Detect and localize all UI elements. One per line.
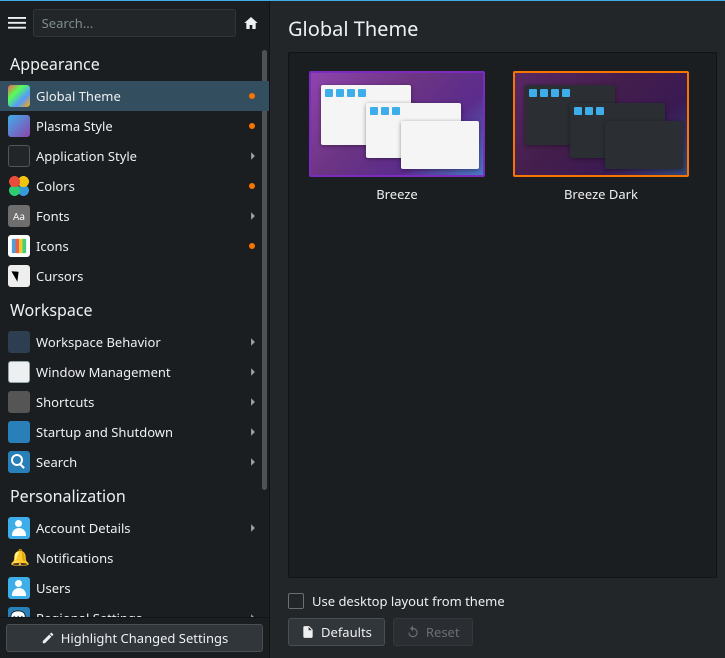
sidebar-item-label: Search [36,453,245,471]
sidebar-item-label: Application Style [36,147,245,165]
changed-dot-icon [249,123,255,129]
sidebar-item-shortcuts[interactable]: Shortcuts [0,387,269,417]
sidebar-item-label: Notifications [36,549,261,567]
chevron-right-icon [245,454,261,470]
section-header: Appearance [0,45,269,81]
chevron-right-icon [245,334,261,350]
sidebar-item-icons[interactable]: Icons [0,231,269,261]
cursors-icon [8,265,30,287]
sidebar-item-label: Users [36,579,261,597]
sidebar-item-label: Plasma Style [36,117,249,135]
use-layout-label: Use desktop layout from theme [312,592,505,610]
use-layout-checkbox[interactable] [288,593,304,609]
search-icon [8,451,30,473]
theme-thumbnail [309,71,485,177]
defaults-button[interactable]: Defaults [288,618,385,646]
global-icon [8,85,30,107]
sidebar: Appearance Global Theme Plasma Style Applic… [0,1,270,658]
sidebar-item-label: Icons [36,237,249,255]
reset-label: Reset [426,623,460,641]
changed-dot-icon [249,243,255,249]
sidebar-item-label: Workspace Behavior [36,333,245,351]
highlight-changed-label: Highlight Changed Settings [61,629,229,647]
theme-panel: Breeze Breeze Dark [288,52,717,578]
notif-icon [8,547,30,569]
colors-icon [8,175,30,197]
appstyle-icon [8,145,30,167]
sidebar-item-startup-and-shutdown[interactable]: Startup and Shutdown [0,417,269,447]
reset-button: Reset [393,618,473,646]
sidebar-item-application-style[interactable]: Application Style [0,141,269,171]
sidebar-item-workspace-behavior[interactable]: Workspace Behavior [0,327,269,357]
sidebar-item-search[interactable]: Search [0,447,269,477]
theme-card-breeze[interactable]: Breeze [307,71,487,559]
sidebar-item-label: Window Management [36,363,245,381]
sidebar-item-label: Shortcuts [36,393,245,411]
sidebar-item-global-theme[interactable]: Global Theme [0,81,269,111]
fonts-icon: Aa [8,205,30,227]
sidebar-item-regional-settings[interactable]: Regional Settings [0,603,269,617]
theme-thumbnail [513,71,689,177]
defaults-label: Defaults [321,623,372,641]
theme-label: Breeze [376,185,418,203]
sidebar-item-account-details[interactable]: Account Details [0,513,269,543]
home-button[interactable] [242,9,261,37]
sidebar-list: Appearance Global Theme Plasma Style Applic… [0,45,269,617]
chevron-right-icon [245,424,261,440]
sidebar-item-cursors[interactable]: Cursors [0,261,269,291]
users-icon [8,577,30,599]
sidebar-item-label: Global Theme [36,87,249,105]
sidebar-item-label: Regional Settings [36,609,245,617]
winmgmt-icon [8,361,30,383]
chevron-right-icon [245,610,261,617]
workbeh-icon [8,331,30,353]
main-content: Global Theme Breeze Breeze Dark Use deskt… [270,1,725,658]
button-row: Defaults Reset [270,618,725,658]
sidebar-item-label: Colors [36,177,249,195]
changed-dot-icon [249,93,255,99]
theme-label: Breeze Dark [564,185,638,203]
chevron-right-icon [245,520,261,536]
sidebar-item-label: Fonts [36,207,245,225]
sidebar-item-label: Startup and Shutdown [36,423,245,441]
section-header: Personalization [0,477,269,513]
chevron-right-icon [245,364,261,380]
sidebar-item-label: Cursors [36,267,261,285]
startup-icon [8,421,30,443]
changed-dot-icon [249,183,255,189]
shortcuts-icon [8,391,30,413]
hamburger-icon[interactable] [8,9,27,37]
sidebar-item-users[interactable]: Users [0,573,269,603]
sidebar-item-notifications[interactable]: Notifications [0,543,269,573]
chevron-right-icon [245,208,261,224]
plasma-icon [8,115,30,137]
chevron-right-icon [245,148,261,164]
sidebar-item-label: Account Details [36,519,245,537]
section-header: Workspace [0,291,269,327]
account-icon [8,517,30,539]
theme-card-breeze-dark[interactable]: Breeze Dark [511,71,691,559]
use-layout-row: Use desktop layout from theme [270,586,725,618]
highlight-changed-button[interactable]: Highlight Changed Settings [6,624,263,652]
sidebar-item-window-management[interactable]: Window Management [0,357,269,387]
sidebar-item-colors[interactable]: Colors [0,171,269,201]
regional-icon [8,607,30,617]
page-title: Global Theme [270,1,725,52]
sidebar-footer: Highlight Changed Settings [0,617,269,658]
app-root: AppearanceGlobal ThemePlasma StyleApplic… [0,1,725,658]
search-input[interactable] [33,9,236,37]
sidebar-item-fonts[interactable]: Aa Fonts [0,201,269,231]
sidebar-topbar [0,1,269,45]
sidebar-item-plasma-style[interactable]: Plasma Style [0,111,269,141]
icons-icon [8,235,30,257]
chevron-right-icon [245,394,261,410]
